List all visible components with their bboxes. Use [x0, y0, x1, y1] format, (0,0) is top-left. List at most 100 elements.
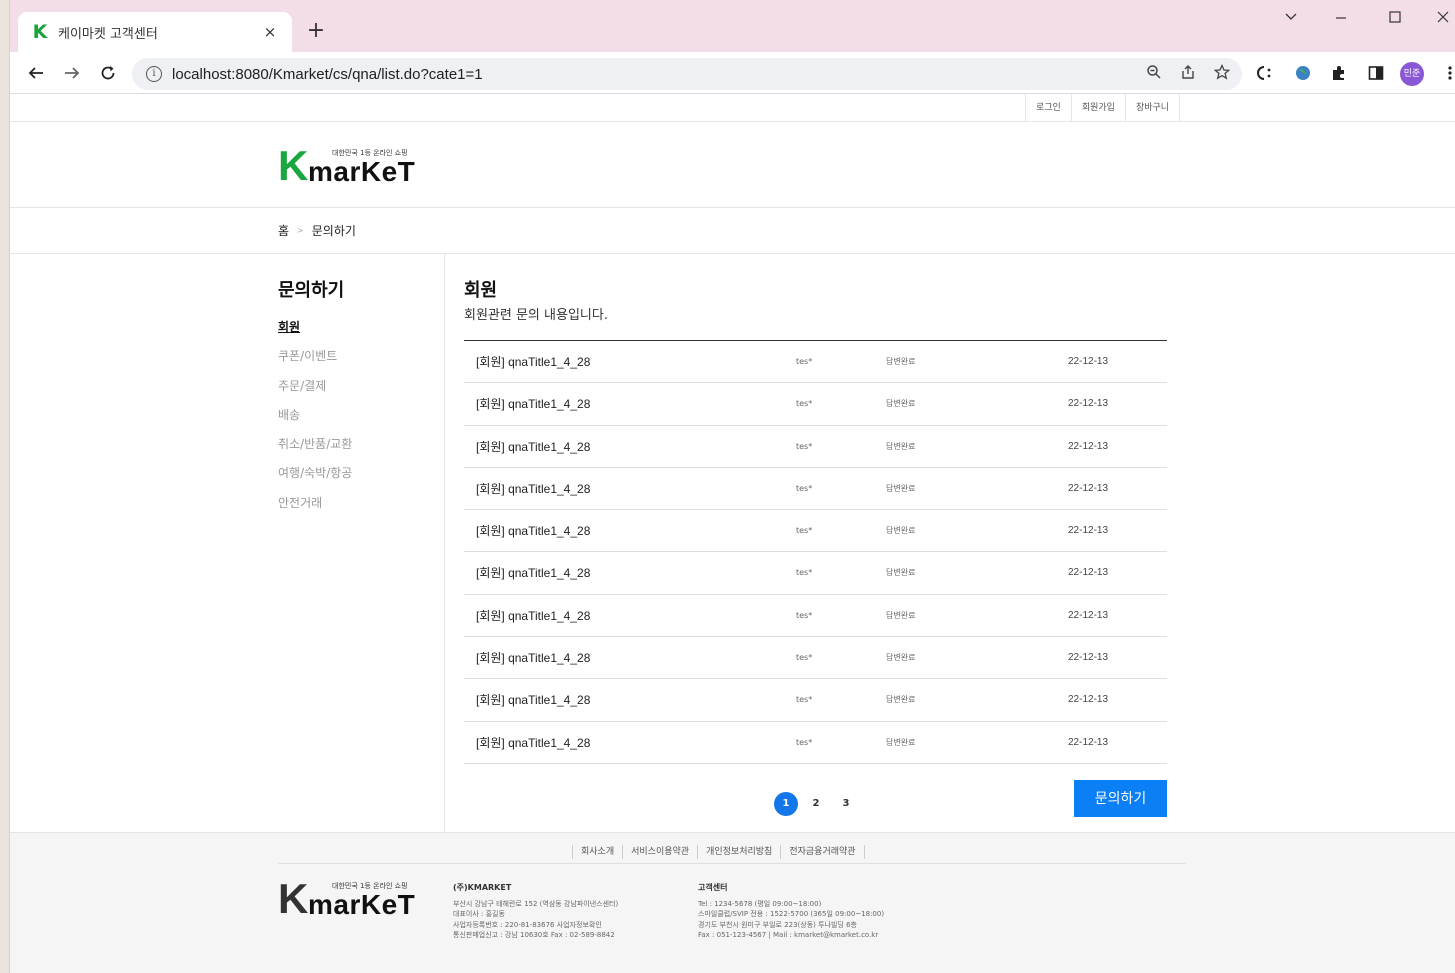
- logo-k: K: [278, 142, 309, 189]
- star-icon[interactable]: [1213, 63, 1231, 84]
- qna-title-link[interactable]: [회원] qnaTitle1_4_28: [476, 637, 590, 679]
- company-sales-report: 통신판매업신고 : 강남 10630호 Fax : 02-589-8842: [453, 931, 615, 939]
- company-name: (주)KMARKET: [453, 883, 512, 892]
- qna-date: 22-12-13: [1068, 356, 1109, 367]
- globe-extension-icon[interactable]: [1293, 64, 1313, 84]
- table-row: [회원] qnaTitle1_4_28 tes* 답변완료 22-12-13: [464, 468, 1167, 511]
- qna-writer: tes*: [796, 357, 813, 366]
- footer-link-company[interactable]: 회사소개: [572, 845, 622, 859]
- qna-status: 답변완료: [886, 441, 916, 451]
- page-title: 회원: [464, 280, 498, 301]
- web-page: 로그인 회원가입 장바구니 대한민국 1등 온라인 쇼핑 K marKeT 홈 …: [10, 94, 1455, 973]
- company-reg-number: 사업자등록번호 : 220-81-83676 사업자정보확인: [453, 920, 602, 929]
- category-item-member[interactable]: 회원: [278, 318, 352, 347]
- qna-writer: tes*: [796, 483, 813, 493]
- cs-vip: 스마일클럽/SVIP 전용 : 1522-5700 (365일 09:00~18…: [698, 910, 885, 918]
- category-item-coupon[interactable]: 쿠폰/이벤트: [278, 347, 352, 376]
- category-item-safe-deal[interactable]: 안전거래: [278, 494, 352, 523]
- qna-status: 답변완료: [886, 399, 916, 409]
- page-button-3[interactable]: 3: [834, 792, 858, 816]
- qna-title-link[interactable]: [회원] qnaTitle1_4_28: [476, 341, 590, 383]
- cs-info: 고객센터 Tel : 1234-5678 (평일 09:00~18:00) 스마…: [698, 883, 884, 941]
- qna-status: 답변완료: [886, 526, 916, 536]
- qna-writer: tes*: [796, 568, 813, 578]
- breadcrumb: 홈 > 문의하기: [10, 208, 1455, 254]
- footer-link-finance-terms[interactable]: 전자금융거래약관: [780, 845, 865, 859]
- category-item-cancel[interactable]: 취소/반품/교환: [278, 435, 352, 464]
- table-row: [회원] qnaTitle1_4_28 tes* 답변완료 22-12-13: [464, 341, 1167, 384]
- window-frame-left: [0, 0, 10, 973]
- kmarket-logo[interactable]: 대한민국 1등 온라인 쇼핑 K marKeT: [278, 142, 418, 189]
- pagination: 1 2 3: [774, 792, 858, 816]
- login-link[interactable]: 로그인: [1025, 94, 1071, 122]
- category-item-travel[interactable]: 여행/숙박/항공: [278, 464, 352, 493]
- qna-title-link[interactable]: [회원] qnaTitle1_4_28: [476, 383, 590, 425]
- qna-status: 답변완료: [886, 653, 916, 663]
- url-text[interactable]: localhost:8080/Kmarket/cs/qna/list.do?ca…: [172, 66, 483, 83]
- footer-divider: [278, 863, 1186, 864]
- address-bar[interactable]: i localhost:8080/Kmarket/cs/qna/list.do?…: [132, 58, 1242, 90]
- footer-logo: 대한민국 1등 온라인 쇼핑 K marKeT: [278, 878, 418, 920]
- qna-title-link[interactable]: [회원] qnaTitle1_4_28: [476, 552, 590, 594]
- qna-title-link[interactable]: [회원] qnaTitle1_4_28: [476, 679, 590, 721]
- qna-title-link[interactable]: [회원] qnaTitle1_4_28: [476, 722, 590, 764]
- profile-avatar[interactable]: 민준: [1400, 62, 1424, 86]
- qna-date: 22-12-13: [1068, 609, 1109, 621]
- extension-icon[interactable]: [1256, 64, 1276, 84]
- company-ceo: 대표이사 : 홍길동: [453, 910, 505, 918]
- table-row: [회원] qnaTitle1_4_28 tes* 답변완료 22-12-13: [464, 426, 1167, 468]
- table-row: [회원] qnaTitle1_4_28 tes* 답변완료 22-12-13: [464, 722, 1167, 764]
- browser-toolbar: i localhost:8080/Kmarket/cs/qna/list.do?…: [10, 52, 1455, 94]
- page-button-1[interactable]: 1: [774, 792, 798, 816]
- share-icon[interactable]: [1180, 64, 1196, 84]
- breadcrumb-current: 문의하기: [311, 224, 356, 238]
- category-item-delivery[interactable]: 배송: [278, 406, 352, 435]
- close-window-icon[interactable]: [1420, 10, 1455, 34]
- qna-title-link[interactable]: [회원] qnaTitle1_4_28: [476, 595, 590, 637]
- page-button-2[interactable]: 2: [804, 792, 828, 816]
- forward-icon[interactable]: [60, 61, 84, 85]
- minimize-icon[interactable]: [1318, 10, 1364, 34]
- company-info: (주)KMARKET 부산시 강남구 테헤란로 152 (역삼동 강남파이낸스센…: [453, 883, 618, 941]
- qna-date: 22-12-13: [1068, 398, 1109, 410]
- qna-status: 답변완료: [886, 568, 916, 578]
- puzzle-icon[interactable]: [1329, 64, 1349, 84]
- aside-divider: [444, 254, 445, 832]
- qna-date: 22-12-13: [1068, 652, 1109, 664]
- footer-link-privacy[interactable]: 개인정보처리방침: [697, 845, 780, 859]
- zoom-icon[interactable]: [1146, 64, 1162, 84]
- chevron-down-icon[interactable]: [1268, 10, 1314, 34]
- company-address: 부산시 강남구 테헤란로 152 (역삼동 강남파이낸스센터): [453, 899, 619, 908]
- breadcrumb-home[interactable]: 홈: [278, 222, 289, 239]
- qna-date: 22-12-13: [1068, 440, 1109, 452]
- qna-title-link[interactable]: [회원] qnaTitle1_4_28: [476, 510, 590, 552]
- site-header: 대한민국 1등 온라인 쇼핑 K marKeT: [10, 122, 1455, 208]
- signup-link[interactable]: 회원가입: [1070, 94, 1125, 122]
- reload-icon[interactable]: [96, 61, 120, 85]
- close-tab-icon[interactable]: ×: [260, 23, 280, 41]
- qna-date: 22-12-13: [1068, 525, 1109, 537]
- category-menu: 회원 쿠폰/이벤트 주문/결제 배송 취소/반품/교환 여행/숙박/항공 안전거…: [278, 318, 352, 523]
- qna-title-link[interactable]: [회원] qnaTitle1_4_28: [476, 426, 590, 468]
- qna-main: 회원 회원관련 문의 내용입니다. [회원] qnaTitle1_4_28 te…: [464, 276, 1168, 764]
- maximize-icon[interactable]: [1372, 10, 1418, 34]
- category-item-order[interactable]: 주문/결제: [278, 377, 352, 406]
- cs-address: 경기도 부천시 원미구 부일로 223(상동) 투나빌딩 6층: [698, 920, 857, 929]
- footer-link-terms[interactable]: 서비스이용약관: [622, 845, 697, 859]
- table-row: [회원] qnaTitle1_4_28 tes* 답변완료 22-12-13: [464, 552, 1167, 595]
- qna-status: 답변완료: [886, 695, 916, 705]
- qna-writer: tes*: [796, 737, 813, 747]
- qna-date: 22-12-13: [1068, 482, 1109, 494]
- back-icon[interactable]: [24, 61, 48, 85]
- new-tab-button[interactable]: +: [304, 20, 328, 44]
- sidepanel-icon[interactable]: [1366, 64, 1386, 84]
- table-row: [회원] qnaTitle1_4_28 tes* 답변완료 22-12-13: [464, 637, 1167, 680]
- write-inquiry-button[interactable]: 문의하기: [1074, 780, 1167, 817]
- qna-date: 22-12-13: [1068, 736, 1109, 748]
- cart-link[interactable]: 장바구니: [1124, 94, 1181, 122]
- qna-status: 답변완료: [886, 483, 916, 493]
- menu-icon[interactable]: [1440, 64, 1455, 84]
- info-icon[interactable]: i: [146, 66, 162, 82]
- qna-title-link[interactable]: [회원] qnaTitle1_4_28: [476, 468, 590, 510]
- browser-tab[interactable]: K 케이마켓 고객센터 ×: [18, 12, 292, 52]
